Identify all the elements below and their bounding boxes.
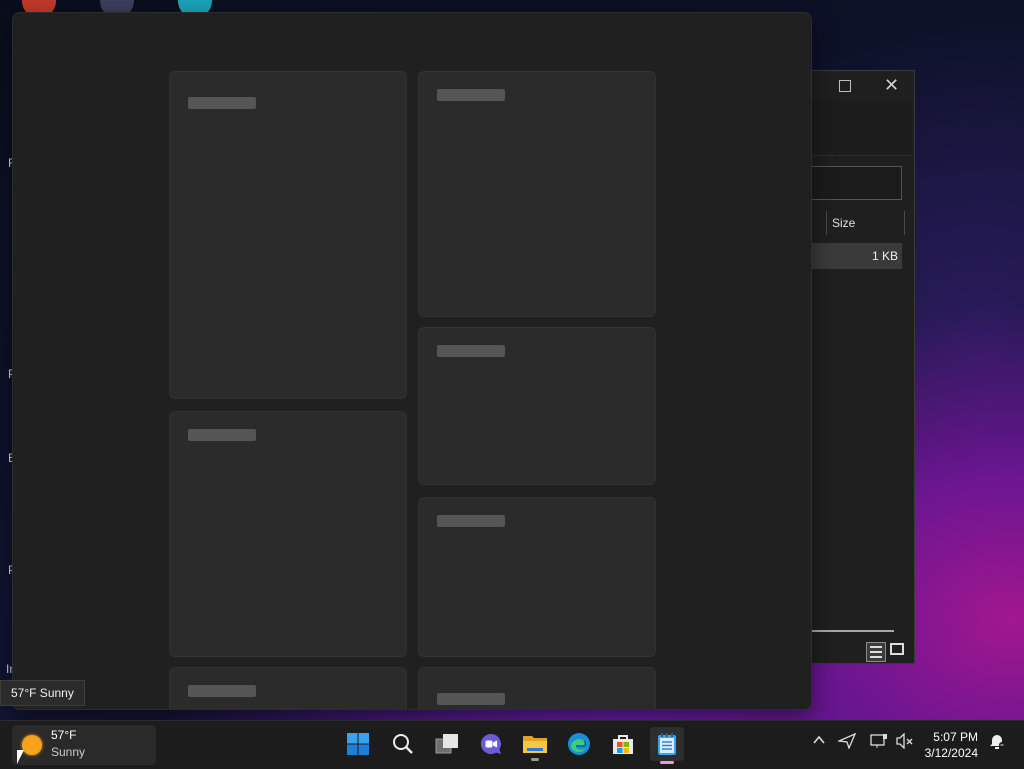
- windows-logo-icon: [347, 733, 369, 755]
- volume-muted-icon[interactable]: [896, 732, 914, 752]
- widget-title-placeholder: [188, 429, 256, 441]
- widget-title-placeholder: [188, 97, 256, 109]
- store-button[interactable]: [608, 729, 638, 759]
- sun-icon: [22, 735, 42, 755]
- file-explorer-button[interactable]: [520, 729, 550, 761]
- store-icon: [613, 735, 633, 754]
- widget-card[interactable]: [169, 411, 407, 657]
- weather-tooltip: 57°F Sunny: [0, 680, 85, 706]
- taskbar: 57°F Sunny 5:07 PM 3/12/2024: [0, 720, 1024, 769]
- search-icon: [393, 734, 413, 754]
- details-view-icon[interactable]: [866, 642, 886, 662]
- weather-condition: Sunny: [51, 745, 86, 759]
- large-icons-view-icon[interactable]: [890, 643, 904, 655]
- widget-card[interactable]: [169, 667, 407, 709]
- weather-temperature: 57°F: [51, 728, 77, 742]
- folder-icon: [523, 736, 547, 753]
- running-indicator: [660, 761, 674, 764]
- widget-card[interactable]: [418, 327, 656, 485]
- widget-title-placeholder: [437, 345, 505, 357]
- send-icon[interactable]: [836, 732, 857, 752]
- widget-title-placeholder: [437, 89, 505, 101]
- notepad-icon: [658, 733, 676, 755]
- search-input[interactable]: [810, 166, 902, 200]
- widget-title-placeholder: [188, 685, 256, 697]
- system-clock[interactable]: 5:07 PM 3/12/2024: [925, 729, 978, 761]
- network-icon[interactable]: [870, 733, 888, 752]
- file-row[interactable]: 1 KB: [810, 243, 902, 269]
- widget-card[interactable]: [418, 667, 656, 709]
- file-size: 1 KB: [871, 249, 898, 263]
- mouse-cursor: [17, 750, 24, 764]
- horizontal-scrollbar[interactable]: [810, 630, 894, 632]
- notepad-button[interactable]: [650, 727, 684, 764]
- clock-time: 5:07 PM: [933, 730, 978, 744]
- notification-bell-icon[interactable]: [988, 733, 1006, 754]
- edge-button[interactable]: [564, 729, 594, 759]
- size-column-header[interactable]: Size: [832, 216, 855, 230]
- widgets-panel: [12, 12, 812, 710]
- edge-browser-icon: [568, 733, 590, 755]
- running-indicator: [531, 758, 539, 761]
- column-divider[interactable]: [904, 211, 905, 235]
- widget-card[interactable]: [169, 71, 407, 399]
- chevron-up-icon[interactable]: [812, 733, 826, 750]
- close-button[interactable]: ✕: [884, 75, 899, 95]
- maximize-button[interactable]: [839, 80, 851, 92]
- teams-chat-button[interactable]: [476, 729, 506, 759]
- widget-title-placeholder: [437, 693, 505, 705]
- clock-date: 3/12/2024: [924, 746, 978, 760]
- widget-card[interactable]: [418, 497, 656, 657]
- task-view-button[interactable]: [432, 729, 462, 759]
- task-view-icon: [435, 734, 458, 754]
- widget-card[interactable]: [418, 71, 656, 317]
- search-button[interactable]: [388, 729, 418, 759]
- start-button[interactable]: [343, 729, 373, 759]
- column-divider[interactable]: [826, 211, 827, 235]
- weather-widget-button[interactable]: 57°F Sunny: [12, 725, 156, 765]
- chat-icon: [480, 733, 501, 754]
- widget-title-placeholder: [437, 515, 505, 527]
